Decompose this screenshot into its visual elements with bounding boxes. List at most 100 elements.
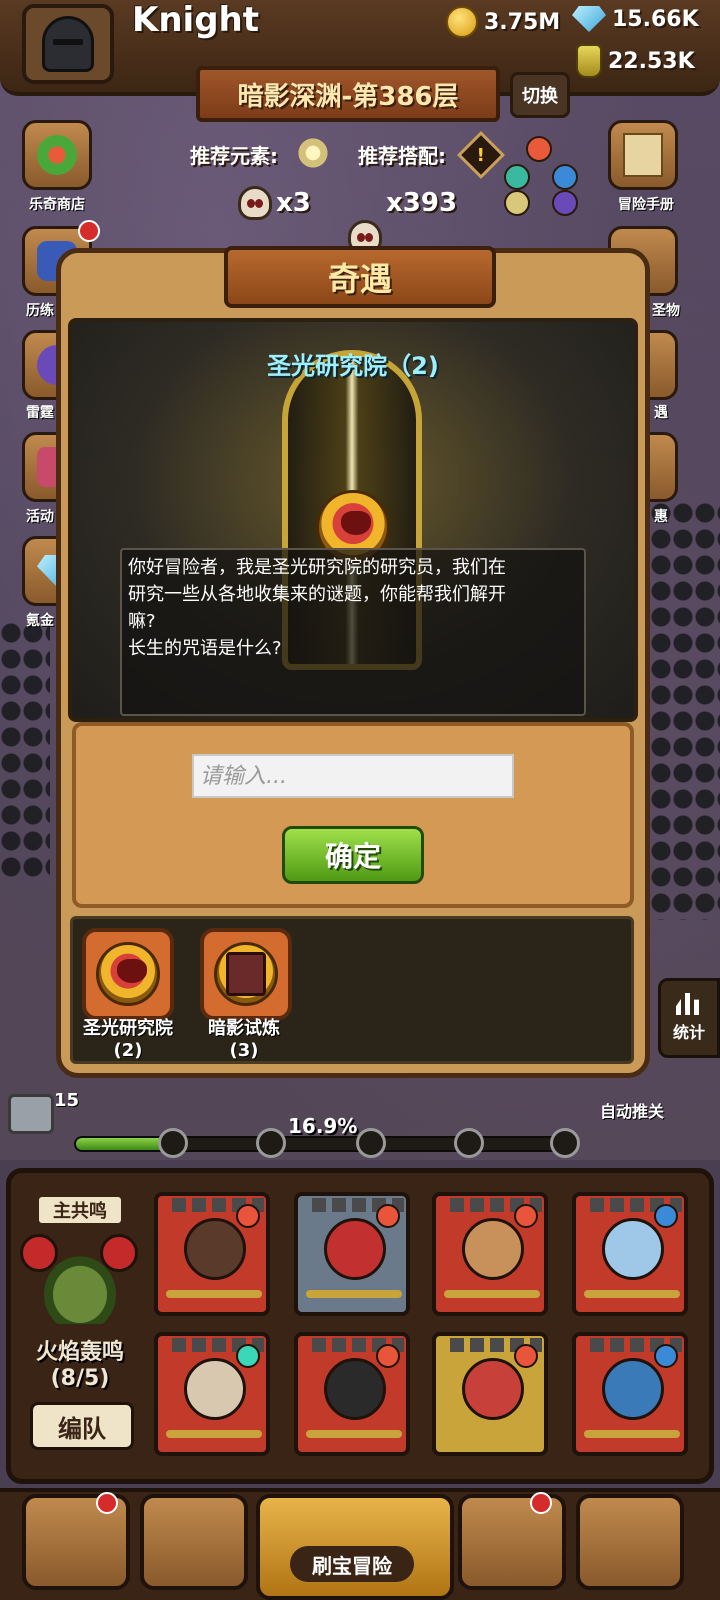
knight-helmet-icon [42,16,94,72]
element-badge-icon [236,1204,260,1228]
progress-fill [76,1138,160,1150]
nav-forge-button[interactable] [576,1494,684,1590]
hero-level-bar [306,1290,402,1298]
story-question: 长生的咒语是什么? [128,638,282,659]
potion-icon [576,44,602,78]
enemy-horde-right [650,500,720,920]
gem-icon [572,6,606,32]
side-menu-trial-label: 历练 [26,303,54,319]
treasure-chest-icon[interactable] [8,1094,54,1134]
player-avatar[interactable] [22,4,114,84]
side-menu-manual-label: 冒险手册 [618,197,674,213]
potion-counter[interactable]: 22.53K [576,44,695,78]
event-name: 圣光研究院（2) [267,352,439,380]
potion-amount: 22.53K [608,48,695,74]
story-text-box: 你好冒险者，我是圣光研究院的研究员，我们在 研究一些从各地收集来的谜题，你能帮我… [120,548,586,716]
nav-treasure-adventure-label: 刷宝冒险 [290,1546,414,1582]
side-menu-benefit-label: 惠 [654,509,668,525]
key-icon [256,1128,286,1158]
event-label: 暗影试炼 (3) [192,1018,296,1062]
hero-card[interactable] [154,1192,270,1316]
hero-card[interactable] [432,1332,548,1456]
side-menu-event-label: 活动 [26,509,54,525]
side-menu-thunder-label: 雷霆 [26,405,54,421]
element-badge-icon [514,1204,538,1228]
edit-team-button[interactable]: 编队 [30,1402,134,1450]
switch-floor-button[interactable]: 切换 [510,72,570,118]
hero-portrait [184,1358,246,1420]
gold-amount: 3.75M [484,9,561,35]
gem-amount: 15.66K [612,6,699,32]
hero-portrait [184,1218,246,1280]
adventure-manual-button[interactable] [608,120,678,190]
hero-card[interactable] [572,1332,688,1456]
answer-input[interactable] [192,754,514,798]
gem-counter[interactable]: 15.66K [572,6,699,32]
floor-title: 暗影深渊-第386层 [196,66,500,122]
gold-coin-icon [446,6,478,38]
enemy-count: x393 [386,188,458,218]
side-menu-topup-label: 氪金 [26,613,54,629]
stage-progress-bar [74,1136,574,1152]
hero-card[interactable] [572,1192,688,1316]
story-line: 你好冒险者，我是圣光研究院的研究员，我们在 [128,557,506,578]
confirm-button[interactable]: 确定 [282,826,424,884]
elite-count: x3 [276,188,311,218]
resonance-name: 火焰轰鸣 [35,1340,124,1365]
hero-card[interactable] [294,1192,410,1316]
element-badge-icon [654,1344,678,1368]
hero-portrait [462,1358,524,1420]
notification-dot [530,1492,552,1514]
hero-portrait [602,1358,664,1420]
dark-element-icon [552,190,578,216]
gold-counter[interactable]: 3.75M [446,6,560,38]
event-name-label: 暗影试炼 [208,1018,280,1039]
hero-level-bar [306,1430,402,1438]
shadow-book-icon [214,942,278,1006]
key-icon [356,1128,386,1158]
recommend-combo-label: 推荐搭配: [358,144,446,168]
hero-portrait [324,1218,386,1280]
elite-skull-icon [238,186,272,220]
event-count-label: (3) [229,1040,259,1061]
story-line: 嘛? [128,611,156,632]
event-label: 圣光研究院 (2) [70,1018,186,1062]
holy-emblem-icon [96,942,160,1006]
side-menu-relic-label: 圣物 [652,303,680,319]
wind-element-icon [504,164,530,190]
lucky-shop-button[interactable] [22,120,92,190]
element-badge-icon [376,1204,400,1228]
fire-element-icon [526,136,552,162]
hero-level-bar [584,1290,680,1298]
element-badge-icon [236,1344,260,1368]
resonance-count: (8/5) [50,1366,110,1391]
progress-percent: 16.9% [288,1114,358,1138]
notification-dot [96,1492,118,1514]
hero-card[interactable] [154,1332,270,1456]
light-element-icon [296,136,330,170]
hero-level-bar [166,1430,262,1438]
event-shadow-trial[interactable] [200,928,292,1020]
event-count-label: (2) [113,1040,143,1061]
main-resonance-tag: 主共鸣 [36,1194,124,1226]
notification-dot [78,220,100,242]
element-badge-icon [376,1344,400,1368]
stats-label: 统计 [672,1023,705,1042]
light-element-small-icon [504,190,530,216]
hero-level-bar [444,1430,540,1438]
recommend-element-label: 推荐元素: [190,144,278,168]
hero-card[interactable] [432,1192,548,1316]
nav-hero-button[interactable] [140,1494,248,1590]
hero-portrait [602,1218,664,1280]
event-holy-institute[interactable] [82,928,174,1020]
stats-button[interactable]: 统计 [658,978,720,1058]
bar-chart-icon [676,993,700,1015]
resonance-beast-icon [38,1250,122,1324]
hero-card[interactable] [294,1332,410,1456]
story-line: 研究一些从各地收集来的谜题，你能帮我们解开 [128,584,506,605]
element-badge-icon [654,1204,678,1228]
hero-portrait [324,1358,386,1420]
element-badge-icon [514,1344,538,1368]
key-icon [158,1128,188,1158]
scroll-icon [623,133,663,177]
